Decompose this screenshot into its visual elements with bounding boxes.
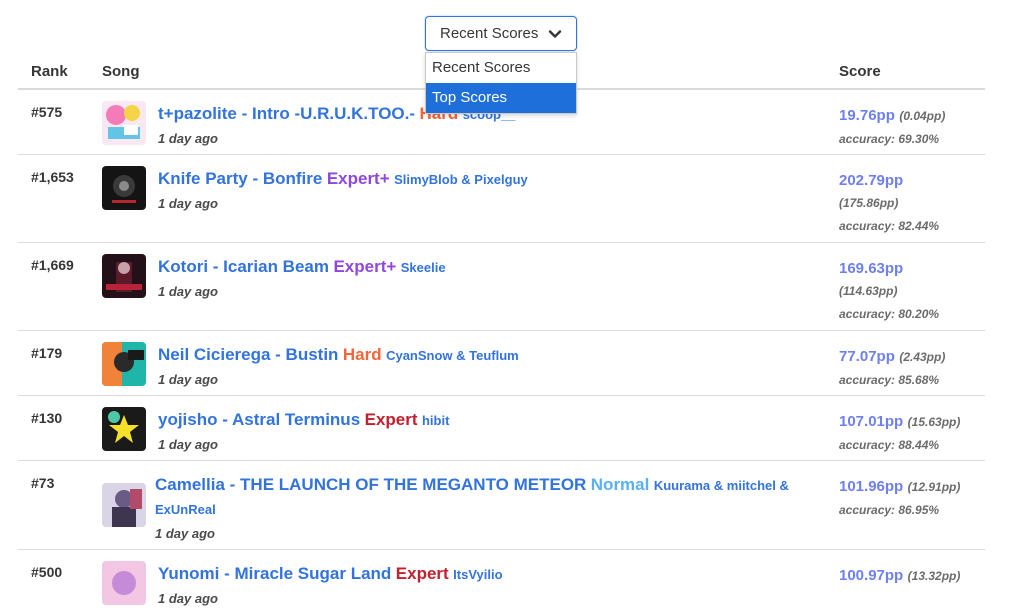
weighted-pp: (12.91pp) — [907, 480, 961, 494]
accuracy: accuracy: 86.95% — [839, 503, 940, 517]
accuracy: accuracy: 85.68% — [839, 373, 940, 387]
song-cell: Knife Party - Bonfire Expert+ SlimyBlob … — [158, 167, 818, 216]
weighted-pp: (114.63pp) — [839, 284, 898, 298]
pp-value: 19.76pp — [839, 107, 895, 124]
cover-art-colorful-icon[interactable] — [102, 101, 146, 145]
score-type-options: Recent Scores Top Scores — [425, 52, 577, 114]
song-cell: Yunomi - Miracle Sugar Land Expert ItsVy… — [158, 562, 818, 611]
time-ago: 1 day ago — [158, 196, 218, 211]
row-rank: #500 — [31, 564, 63, 580]
row-rank: #575 — [31, 104, 63, 120]
option-top-scores[interactable]: Top Scores — [426, 83, 576, 113]
mapper-link[interactable]: Skeelie — [401, 260, 446, 275]
pp-value: 202.79pp — [839, 172, 904, 189]
time-ago: 1 day ago — [158, 372, 218, 387]
cover-art-star-icon[interactable] — [102, 407, 146, 451]
row-rank: #1,653 — [31, 169, 74, 185]
table-row: #1,653 Knife Party - Bonfire Expert+ Sli… — [18, 155, 985, 243]
row-rank: #179 — [31, 345, 63, 361]
score-cell: 107.01pp (15.63pp) accuracy: 88.44% — [839, 410, 989, 457]
song-title-link[interactable]: Kotori - Icarian Beam — [158, 257, 329, 276]
difficulty-label: Normal — [590, 475, 650, 494]
accuracy: accuracy: 69.30% — [839, 132, 940, 146]
cover-art-anime-icon[interactable] — [102, 483, 146, 527]
song-cell: Kotori - Icarian Beam Expert+ Skeelie 1 … — [158, 255, 818, 304]
weighted-pp: (13.32pp) — [907, 569, 961, 583]
option-recent-scores[interactable]: Recent Scores — [426, 53, 576, 83]
scores-table: Rank Song Score #575 t+pazolite - Intro … — [18, 56, 985, 610]
cover-art-red-dark-icon[interactable] — [102, 254, 146, 298]
weighted-pp: (2.43pp) — [899, 350, 946, 364]
song-title-link[interactable]: Neil Cicierega - Bustin — [158, 345, 338, 364]
song-cell: Camellia - THE LAUNCH OF THE MEGANTO MET… — [155, 473, 815, 546]
mapper-link[interactable]: CyanSnow & Teuflum — [386, 348, 519, 363]
song-cell: yojisho - Astral Terminus Expert hibit 1… — [158, 408, 818, 457]
table-row: #179 Neil Cicierega - Bustin Hard CyanSn… — [18, 331, 985, 396]
difficulty-label: Expert+ — [326, 169, 390, 188]
score-type-select-value: Recent Scores — [440, 25, 539, 42]
accuracy: accuracy: 80.20% — [839, 307, 940, 321]
song-title-link[interactable]: Camellia - THE LAUNCH OF THE MEGANTO MET… — [155, 475, 586, 494]
chevron-down-icon — [548, 30, 562, 38]
weighted-pp: (15.63pp) — [907, 415, 961, 429]
score-cell: 77.07pp (2.43pp) accuracy: 85.68% — [839, 345, 989, 392]
time-ago: 1 day ago — [158, 284, 218, 299]
song-cell: Neil Cicierega - Bustin Hard CyanSnow & … — [158, 343, 818, 392]
time-ago: 1 day ago — [158, 437, 218, 452]
header-score: Score — [839, 63, 881, 80]
cover-art-pink-icon[interactable] — [102, 561, 146, 605]
pp-value: 169.63pp — [839, 260, 904, 277]
difficulty-label: Expert — [395, 564, 449, 583]
pp-value: 101.96pp — [839, 478, 904, 495]
table-row: #73 Camellia - THE LAUNCH OF THE MEGANTO… — [18, 461, 985, 550]
cover-art-teal-icon[interactable] — [102, 342, 146, 386]
difficulty-label: Expert — [364, 410, 418, 429]
pp-value: 107.01pp — [839, 413, 904, 430]
score-cell: 169.63pp (114.63pp) accuracy: 80.20% — [839, 257, 989, 326]
cover-art-dark-icon[interactable] — [102, 166, 146, 210]
row-rank: #130 — [31, 410, 63, 426]
pp-value: 100.97pp — [839, 567, 904, 584]
difficulty-label: Expert+ — [333, 257, 397, 276]
mapper-link[interactable]: hibit — [422, 413, 449, 428]
time-ago: 1 day ago — [158, 131, 218, 146]
difficulty-label: Hard — [342, 345, 382, 364]
row-rank: #73 — [31, 475, 55, 491]
table-row: #1,669 Kotori - Icarian Beam Expert+ Ske… — [18, 243, 985, 331]
score-type-select[interactable]: Recent Scores — [425, 16, 577, 51]
score-cell: 19.76pp (0.04pp) accuracy: 69.30% — [839, 104, 989, 151]
song-title-link[interactable]: yojisho - Astral Terminus — [158, 410, 360, 429]
weighted-pp: (175.86pp) — [839, 196, 899, 210]
mapper-link[interactable]: SlimyBlob & Pixelguy — [394, 172, 528, 187]
table-row: #500 Yunomi - Miracle Sugar Land Expert … — [18, 550, 985, 610]
score-cell: 100.97pp (13.32pp) — [839, 564, 989, 588]
song-title-link[interactable]: t+pazolite - Intro -U.R.U.K.TOO.- — [158, 104, 415, 123]
weighted-pp: (0.04pp) — [899, 109, 946, 123]
table-row: #130 yojisho - Astral Terminus Expert hi… — [18, 396, 985, 461]
row-rank: #1,669 — [31, 257, 74, 273]
header-rank: Rank — [31, 63, 68, 80]
accuracy: accuracy: 82.44% — [839, 219, 940, 233]
mapper-link[interactable]: ItsVyilio — [453, 567, 502, 582]
song-title-link[interactable]: Yunomi - Miracle Sugar Land — [158, 564, 391, 583]
score-cell: 101.96pp (12.91pp) accuracy: 86.95% — [839, 475, 989, 522]
time-ago: 1 day ago — [158, 591, 218, 606]
score-cell: 202.79pp (175.86pp) accuracy: 82.44% — [839, 169, 989, 238]
accuracy: accuracy: 88.44% — [839, 438, 940, 452]
song-title-link[interactable]: Knife Party - Bonfire — [158, 169, 322, 188]
header-song: Song — [102, 63, 140, 80]
time-ago: 1 day ago — [155, 526, 215, 541]
pp-value: 77.07pp — [839, 348, 895, 365]
